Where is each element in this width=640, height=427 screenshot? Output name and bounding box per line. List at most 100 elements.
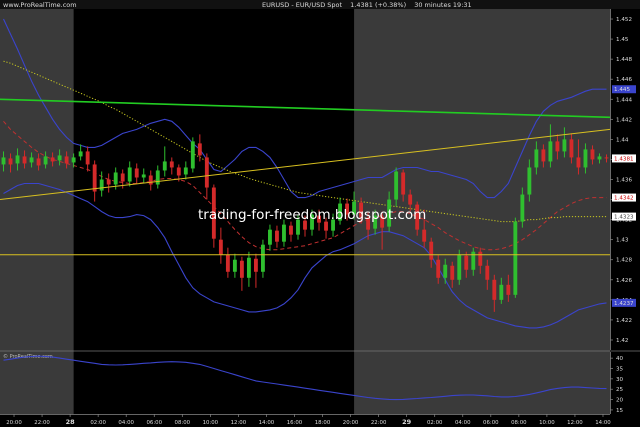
sub-tick-label: 30	[616, 377, 624, 383]
sub-tick-label: 35	[616, 367, 624, 373]
candle-body	[225, 254, 230, 272]
candle-body	[569, 139, 574, 158]
price-tag-label: 1.4342	[614, 196, 634, 202]
candle-body	[457, 254, 462, 280]
candle-body	[113, 172, 118, 185]
candle-body	[162, 161, 167, 171]
candle-body	[141, 174, 146, 178]
candle-body	[590, 149, 595, 160]
candle-body	[169, 161, 174, 168]
candle-body	[71, 157, 76, 163]
time-tick-label: 04:00	[455, 420, 471, 426]
time-tick-label: 22:00	[371, 420, 387, 426]
candle-body	[232, 259, 237, 272]
candle-body	[176, 167, 181, 176]
candle-body	[253, 258, 258, 272]
candle-body	[485, 265, 490, 280]
price-tick-label: 1.426	[616, 278, 632, 284]
time-tick-label: 20:00	[6, 420, 22, 426]
candle-body	[583, 149, 588, 168]
candle-body	[436, 259, 441, 278]
time-tick-label: 28	[66, 418, 76, 426]
sub-tick-label: 40	[616, 356, 624, 362]
candle-body	[520, 194, 525, 222]
candle-body	[261, 244, 265, 272]
candle-body	[148, 175, 153, 185]
price-tag-label: 1.4381	[614, 156, 634, 162]
time-tick-label: 22:00	[34, 420, 50, 426]
candle-body	[506, 284, 511, 295]
price-tick-label: 1.44	[616, 137, 629, 143]
candle-body	[134, 168, 139, 178]
price-change: 1.4381 (+0.38%)	[350, 1, 406, 9]
time-tick-label: 06:00	[146, 420, 162, 426]
candle-body	[492, 279, 497, 300]
candle-body	[534, 149, 539, 168]
candle-body	[15, 155, 20, 164]
candle-body	[429, 241, 434, 260]
candle-body	[190, 141, 195, 169]
candle-body	[527, 167, 532, 195]
price-tick-label: 1.42	[616, 338, 628, 344]
candle-body	[597, 156, 602, 160]
time-tick-label: 08:00	[511, 420, 527, 426]
price-tick-label: 1.422	[616, 318, 632, 324]
candle-body	[478, 251, 483, 266]
candle-body	[408, 194, 413, 205]
price-tick-label: 1.428	[616, 258, 632, 264]
instrument-name: EURUSD - EUR/USD Spot	[262, 1, 343, 9]
candle-body	[604, 157, 609, 159]
candle-body	[127, 167, 132, 182]
candle-body	[183, 167, 188, 175]
candle-body	[576, 157, 581, 168]
time-tick-label: 20:00	[343, 420, 359, 426]
candle-body	[99, 179, 104, 191]
candle-body	[268, 229, 272, 245]
time-tick-label: 14:00	[259, 420, 275, 426]
candle-body	[85, 151, 90, 165]
candle-body	[275, 230, 279, 242]
price-tick-label: 1.43	[616, 238, 629, 244]
candle-body	[282, 224, 286, 242]
candle-body	[422, 229, 427, 242]
candle-body	[204, 157, 209, 188]
candle-body	[548, 141, 553, 162]
candle-body	[197, 143, 202, 156]
timeframe-clock: 30 minutes 19:31	[414, 1, 471, 9]
candle-body	[120, 173, 125, 182]
candle-body	[57, 155, 62, 161]
price-tick-label: 1.448	[616, 57, 632, 63]
price-chart: www.ProRealTime.com EURUSD - EUR/USD Spo…	[0, 0, 640, 427]
candle-body	[29, 157, 34, 163]
time-tick-label: 12:00	[567, 420, 583, 426]
candle-body	[443, 264, 448, 278]
price-tick-label: 1.444	[616, 97, 632, 103]
site-label: www.ProRealTime.com	[3, 1, 77, 9]
candle-body	[513, 221, 518, 295]
candle-body	[155, 170, 160, 185]
price-tick-label: 1.446	[616, 77, 632, 83]
candle-body	[555, 141, 560, 152]
candle-body	[218, 239, 223, 255]
price-tick-label: 1.442	[616, 117, 632, 123]
time-tick-label: 10:00	[203, 420, 219, 426]
price-tag-label: 1.4237	[614, 301, 634, 307]
candle-body	[394, 171, 399, 200]
price-tick-label: 1.436	[616, 178, 632, 184]
time-tick-label: 08:00	[175, 420, 191, 426]
time-tick-label: 18:00	[315, 420, 331, 426]
time-tick-label: 06:00	[483, 420, 499, 426]
sub-tick-label: 25	[616, 387, 624, 393]
candle-body	[43, 156, 48, 165]
candle-body	[92, 164, 97, 192]
time-tick-label: 14:00	[595, 420, 611, 426]
candle-body	[499, 284, 504, 300]
candle-body	[8, 158, 13, 165]
sub-tick-label: 20	[616, 398, 624, 404]
time-tick-label: 12:00	[231, 420, 247, 426]
candle-body	[464, 255, 469, 270]
time-tick-label: 04:00	[118, 420, 134, 426]
price-tag-label: 1.4323	[614, 215, 634, 221]
candle-body	[64, 156, 69, 164]
candle-body	[289, 225, 293, 235]
